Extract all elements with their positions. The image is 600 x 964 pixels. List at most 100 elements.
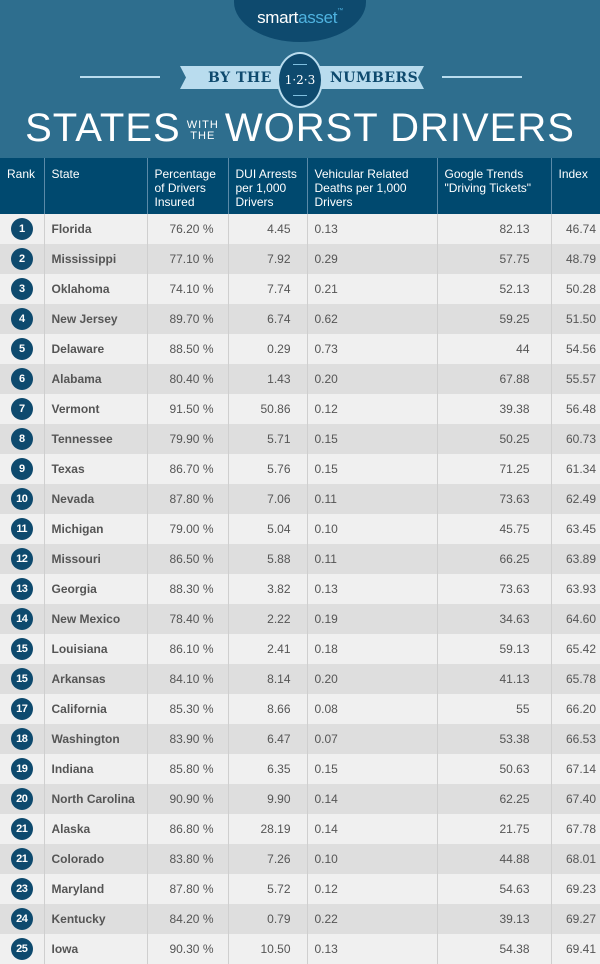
- vehicular-deaths-cell: 0.13: [307, 934, 438, 964]
- table-row: 17 California 85.30 % 8.66 0.08 55 66.20: [0, 694, 600, 724]
- google-trends-cell: 41.13: [437, 664, 552, 694]
- table-row: 15 Arkansas 84.10 % 8.14 0.20 41.13 65.78: [0, 664, 600, 694]
- google-trends-cell: 73.63: [437, 574, 552, 604]
- state-cell: Colorado: [44, 844, 148, 874]
- state-cell: Alaska: [44, 814, 148, 844]
- index-cell: 60.73: [551, 424, 600, 454]
- google-trends-cell: 53.38: [437, 724, 552, 754]
- vehicular-deaths-cell: 0.21: [307, 274, 438, 304]
- vehicular-deaths-cell: 0.22: [307, 904, 438, 934]
- dui-arrests-cell: 3.82: [228, 574, 308, 604]
- vehicular-deaths-cell: 0.12: [307, 394, 438, 424]
- pct-insured-cell: 79.90 %: [147, 424, 229, 454]
- state-cell: Vermont: [44, 394, 148, 424]
- table-row: 8 Tennessee 79.90 % 5.71 0.15 50.25 60.73: [0, 424, 600, 454]
- vehicular-deaths-cell: 0.14: [307, 784, 438, 814]
- rank-cell: 25: [0, 934, 45, 964]
- divider-left: [80, 76, 160, 78]
- table-row: 25 Iowa 90.30 % 10.50 0.13 54.38 69.41: [0, 934, 600, 964]
- vehicular-deaths-cell: 0.13: [307, 574, 438, 604]
- vehicular-deaths-cell: 0.15: [307, 754, 438, 784]
- rank-cell: 14: [0, 604, 45, 634]
- rank-cell: 23: [0, 874, 45, 904]
- rank-badge: 19: [10, 758, 33, 780]
- table-row: 10 Nevada 87.80 % 7.06 0.11 73.63 62.49: [0, 484, 600, 514]
- banner-ribbon-left: BY THE: [180, 66, 280, 89]
- index-cell: 54.56: [551, 334, 600, 364]
- google-trends-cell: 21.75: [437, 814, 552, 844]
- state-cell: Tennessee: [44, 424, 148, 454]
- state-cell: Texas: [44, 454, 148, 484]
- index-cell: 65.42: [551, 634, 600, 664]
- state-cell: Florida: [44, 214, 148, 244]
- state-cell: North Carolina: [44, 784, 148, 814]
- vehicular-deaths-cell: 0.07: [307, 724, 438, 754]
- rank-badge: 12: [10, 548, 33, 570]
- vehicular-deaths-cell: 0.14: [307, 814, 438, 844]
- col-header-google-trends: Google Trends "Driving Tickets": [437, 158, 552, 214]
- table-row: 19 Indiana 85.80 % 6.35 0.15 50.63 67.14: [0, 754, 600, 784]
- dui-arrests-cell: 7.26: [228, 844, 308, 874]
- vehicular-deaths-cell: 0.62: [307, 304, 438, 334]
- dui-arrests-cell: 1.43: [228, 364, 308, 394]
- table-row: 14 New Mexico 78.40 % 2.22 0.19 34.63 64.60: [0, 604, 600, 634]
- rank-cell: 5: [0, 334, 45, 364]
- index-cell: 69.27: [551, 904, 600, 934]
- rank-badge: 23: [10, 878, 33, 900]
- pct-insured-cell: 86.70 %: [147, 454, 229, 484]
- state-cell: Missouri: [44, 544, 148, 574]
- index-cell: 67.40: [551, 784, 600, 814]
- rank-cell: 6: [0, 364, 45, 394]
- rank-badge: 10: [10, 488, 33, 510]
- google-trends-cell: 45.75: [437, 514, 552, 544]
- google-trends-cell: 39.38: [437, 394, 552, 424]
- vehicular-deaths-cell: 0.08: [307, 694, 438, 724]
- google-trends-cell: 71.25: [437, 454, 552, 484]
- index-cell: 66.20: [551, 694, 600, 724]
- pct-insured-cell: 86.80 %: [147, 814, 229, 844]
- pct-insured-cell: 87.80 %: [147, 874, 229, 904]
- rank-badge: 20: [10, 788, 33, 810]
- dui-arrests-cell: 0.29: [228, 334, 308, 364]
- rank-cell: 19: [0, 754, 45, 784]
- dui-arrests-cell: 8.14: [228, 664, 308, 694]
- table-row: 6 Alabama 80.40 % 1.43 0.20 67.88 55.57: [0, 364, 600, 394]
- rank-cell: 21: [0, 814, 45, 844]
- pct-insured-cell: 90.30 %: [147, 934, 229, 964]
- table-row: 23 Maryland 87.80 % 5.72 0.12 54.63 69.23: [0, 874, 600, 904]
- rank-cell: 1: [0, 214, 45, 244]
- page-title: STATES WITH THE WORST DRIVERS: [25, 106, 575, 150]
- state-cell: Alabama: [44, 364, 148, 394]
- table-row: 2 Mississippi 77.10 % 7.92 0.29 57.75 48.79: [0, 244, 600, 274]
- table-row: 13 Georgia 88.30 % 3.82 0.13 73.63 63.93: [0, 574, 600, 604]
- index-cell: 51.50: [551, 304, 600, 334]
- table-row: 24 Kentucky 84.20 % 0.79 0.22 39.13 69.27: [0, 904, 600, 934]
- pct-insured-cell: 83.80 %: [147, 844, 229, 874]
- rank-cell: 15: [0, 664, 45, 694]
- google-trends-cell: 44.88: [437, 844, 552, 874]
- logo-wordmark: smartasset™: [257, 8, 343, 27]
- google-trends-cell: 50.25: [437, 424, 552, 454]
- rank-badge: 7: [10, 398, 33, 420]
- state-cell: Nevada: [44, 484, 148, 514]
- rank-badge: 2: [10, 248, 33, 270]
- rank-cell: 24: [0, 904, 45, 934]
- dui-arrests-cell: 7.74: [228, 274, 308, 304]
- index-cell: 63.45: [551, 514, 600, 544]
- table-row: 1 Florida 76.20 % 4.45 0.13 82.13 46.74: [0, 214, 600, 244]
- table-row: 21 Alaska 86.80 % 28.19 0.14 21.75 67.78: [0, 814, 600, 844]
- table-body: 1 Florida 76.20 % 4.45 0.13 82.13 46.74 2 Missis…: [0, 214, 600, 964]
- rank-badge: 11: [10, 518, 33, 540]
- dui-arrests-cell: 6.47: [228, 724, 308, 754]
- table-row: 7 Vermont 91.50 % 50.86 0.12 39.38 56.48: [0, 394, 600, 424]
- pct-insured-cell: 91.50 %: [147, 394, 229, 424]
- table-row: 5 Delaware 88.50 % 0.29 0.73 44 54.56: [0, 334, 600, 364]
- index-cell: 69.23: [551, 874, 600, 904]
- banner-ribbon-right: NUMBERS: [320, 66, 424, 89]
- vehicular-deaths-cell: 0.13: [307, 214, 438, 244]
- rank-badge: 3: [10, 278, 33, 300]
- google-trends-cell: 39.13: [437, 904, 552, 934]
- state-cell: Michigan: [44, 514, 148, 544]
- dui-arrests-cell: 9.90: [228, 784, 308, 814]
- google-trends-cell: 59.13: [437, 634, 552, 664]
